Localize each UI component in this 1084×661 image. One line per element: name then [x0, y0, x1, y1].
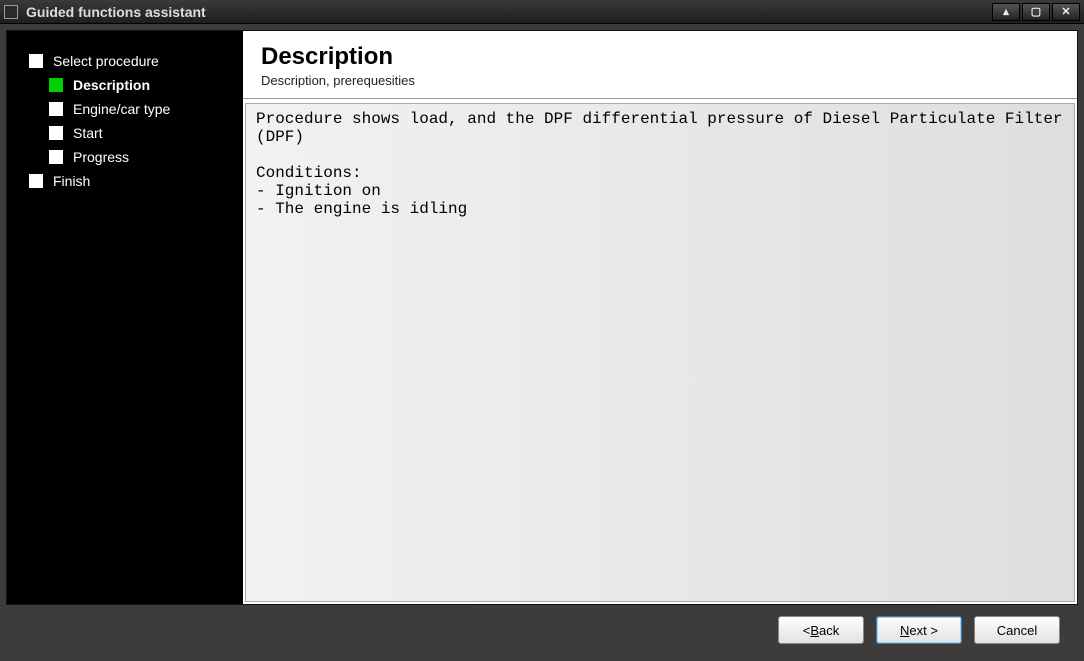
step-label: Start	[73, 125, 103, 141]
back-button[interactable]: < Back	[778, 616, 864, 644]
page-title: Description	[261, 43, 1059, 71]
title-bar: Guided functions assistant ▴ ▢ ✕	[0, 0, 1084, 24]
maximize-button[interactable]: ▢	[1022, 3, 1050, 21]
step-label: Progress	[73, 149, 129, 165]
step-marker-icon	[29, 174, 43, 188]
step-start[interactable]: Start	[15, 121, 235, 145]
step-label: Select procedure	[53, 53, 159, 69]
page-subtitle: Description, prerequesities	[261, 73, 1059, 88]
wizard-footer: < Back Next > Cancel	[6, 605, 1078, 655]
step-select-procedure[interactable]: Select procedure	[15, 49, 235, 73]
step-label: Description	[73, 77, 150, 93]
step-finish[interactable]: Finish	[15, 169, 235, 193]
step-label: Finish	[53, 173, 90, 189]
minimize-button[interactable]: ▴	[992, 3, 1020, 21]
step-marker-icon	[49, 78, 63, 92]
step-label: Engine/car type	[73, 101, 170, 117]
close-button[interactable]: ✕	[1052, 3, 1080, 21]
step-marker-icon	[49, 102, 63, 116]
system-menu-icon[interactable]	[4, 5, 18, 19]
step-engine-car-type[interactable]: Engine/car type	[15, 97, 235, 121]
content-header: Description Description, prerequesities	[243, 31, 1077, 99]
step-description[interactable]: Description	[15, 73, 235, 97]
cancel-button[interactable]: Cancel	[974, 616, 1060, 644]
step-marker-icon	[49, 126, 63, 140]
step-marker-icon	[49, 150, 63, 164]
window-title: Guided functions assistant	[26, 4, 990, 20]
next-button[interactable]: Next >	[876, 616, 962, 644]
step-progress[interactable]: Progress	[15, 145, 235, 169]
description-text: Procedure shows load, and the DPF differ…	[245, 103, 1075, 602]
content-panel: Description Description, prerequesities …	[243, 31, 1077, 604]
step-marker-icon	[29, 54, 43, 68]
wizard-sidebar: Select procedure Description Engine/car …	[7, 31, 243, 604]
